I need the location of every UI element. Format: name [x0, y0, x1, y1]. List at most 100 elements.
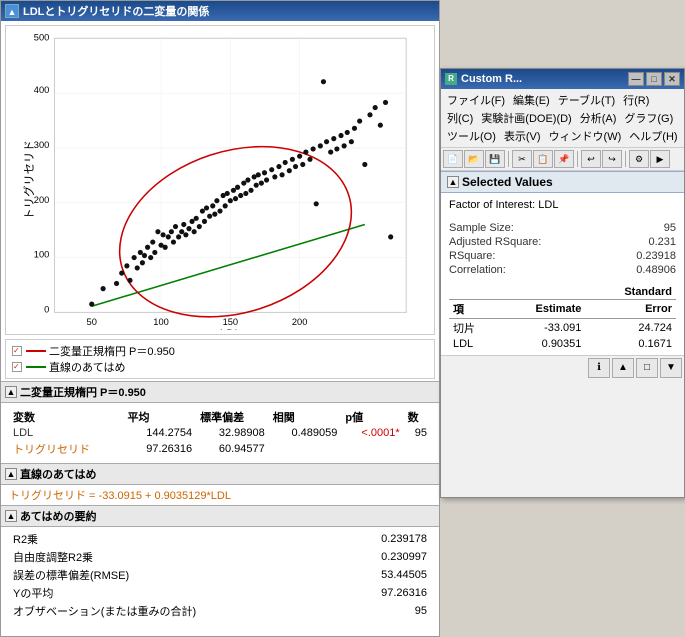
menu-row[interactable]: 行(R) [619, 91, 653, 109]
est-se: 0.1671 [585, 337, 676, 351]
est-header-term2: 項 [449, 300, 498, 319]
tri-sd: 60.94577 [196, 440, 269, 458]
menu-doe[interactable]: 実験計画(DOE)(D) [477, 109, 575, 127]
bivariate-header-text: 二変量正規楕円 P＝0.950 [20, 384, 146, 400]
menu-view[interactable]: 表示(V) [500, 127, 545, 145]
custom-r-window: R Custom R... — □ ✕ ファイル(F) 編集(E) テーブル(T… [440, 68, 685, 498]
ldl-mean: 144.2754 [124, 426, 197, 440]
toolbar: 📄 📂 💾 ✂ 📋 📌 ↩ ↪ ⚙ ▶ [441, 148, 684, 171]
toolbar-redo[interactable]: ↪ [602, 150, 622, 168]
menu-help[interactable]: ヘルプ(H) [625, 127, 681, 145]
footer-up-btn[interactable]: ▲ [612, 358, 634, 378]
toolbar-extra1[interactable]: ⚙ [629, 150, 649, 168]
tri-mean: 97.26316 [124, 440, 197, 458]
menu-edit[interactable]: 編集(E) [509, 91, 554, 109]
summary-row: R2乗0.239178 [9, 530, 431, 548]
svg-text:200: 200 [34, 195, 50, 205]
toolbar-undo[interactable]: ↩ [581, 150, 601, 168]
summary-collapse-btn[interactable]: ▲ [5, 510, 17, 522]
maximize-button[interactable]: □ [646, 72, 662, 86]
custom-footer: ℹ ▲ □ ▼ [441, 355, 684, 380]
menu-tools[interactable]: ツール(O) [443, 127, 500, 145]
chart-area: トリグリセリド 0 100 200 300 400 500 50 100 150… [5, 25, 435, 335]
summary-header-text: あてはめの要約 [20, 508, 97, 524]
close-button[interactable]: ✕ [664, 72, 680, 86]
est-header-term [449, 285, 498, 300]
minimize-button[interactable]: — [628, 72, 644, 86]
ldl-corr: 0.489059 [269, 426, 342, 440]
summary-value: 0.239178 [338, 530, 431, 548]
toolbar-cut[interactable]: ✂ [512, 150, 532, 168]
main-window-title: LDLとトリグリセリドの二変量の関係 [23, 3, 209, 19]
menu-graph[interactable]: グラフ(G) [620, 109, 677, 127]
est-header-est [498, 285, 586, 300]
toolbar-copy[interactable]: 📋 [533, 150, 553, 168]
toolbar-paste[interactable]: 📌 [554, 150, 574, 168]
bivariate-collapse-btn[interactable]: ▲ [5, 386, 17, 398]
menu-col[interactable]: 列(C) [443, 109, 477, 127]
menu-table[interactable]: テーブル(T) [554, 91, 619, 109]
legend-checkbox-ellipse[interactable] [12, 346, 22, 356]
estimates-table: Standard 項 Estimate Error 切片-33.09124.72… [449, 285, 676, 351]
menu-analyze[interactable]: 分析(A) [576, 109, 621, 127]
summary-label: 自由度調整R2乗 [9, 548, 338, 566]
sv-collapse-btn[interactable]: ▲ [447, 176, 459, 188]
selected-values-header: ▲ Selected Values [441, 171, 684, 193]
est-term: LDL [449, 337, 498, 351]
col-header-corr: 相関 [269, 408, 342, 426]
menu-file[interactable]: ファイル(F) [443, 91, 509, 109]
tri-n [404, 440, 431, 458]
sv-divider [449, 213, 676, 221]
selected-values-title: Selected Values [462, 175, 553, 189]
ldl-pval: <.0001* [341, 426, 403, 440]
est-se: 24.724 [585, 319, 676, 338]
svg-text:200: 200 [292, 317, 308, 327]
sv-row-adjrsq: Adjusted RSquare: 0.231 [449, 235, 676, 249]
regression-collapse-btn[interactable]: ▲ [5, 468, 17, 480]
custom-title-left: R Custom R... [445, 73, 522, 85]
toolbar-save[interactable]: 💾 [485, 150, 505, 168]
legend-item-regression: 直線のあてはめ [12, 359, 428, 375]
tri-corr [269, 440, 342, 458]
bivariate-table: 変数 平均 標準偏差 相関 p値 数 LDL 144.2754 32.98908… [9, 408, 431, 458]
toolbar-sep3 [625, 151, 626, 167]
toolbar-new[interactable]: 📄 [443, 150, 463, 168]
ldl-sd: 32.98908 [196, 426, 269, 440]
footer-info-btn[interactable]: ℹ [588, 358, 610, 378]
col-header-n: 数 [404, 408, 431, 426]
summary-row: Yの平均97.26316 [9, 584, 431, 602]
factor-label: Factor of Interest: [449, 199, 535, 211]
summary-section-header: ▲ あてはめの要約 [1, 505, 439, 527]
sv-value-3: 0.48906 [636, 264, 676, 276]
col-header-sd: 標準偏差 [196, 408, 269, 426]
legend-item-ellipse: 二変量正規楕円 P＝0.950 [12, 343, 428, 359]
legend-checkbox-regression[interactable] [12, 362, 22, 372]
window-buttons: — □ ✕ [628, 72, 680, 86]
summary-row: オブザベーション(または重みの合計)95 [9, 602, 431, 620]
bivariate-section-header: ▲ 二変量正規楕円 P＝0.950 [1, 381, 439, 403]
est-header-est2: Estimate [498, 300, 586, 319]
regression-formula: トリグリセリド = -33.0915 + 0.9035129*LDL [1, 485, 439, 505]
footer-layout-btn[interactable]: □ [636, 358, 658, 378]
menu-bar: ファイル(F) 編集(E) テーブル(T) 行(R) 列(C) 実験計画(DOE… [441, 89, 684, 148]
summary-row: 誤差の標準偏差(RMSE)53.44505 [9, 566, 431, 584]
sv-value-1: 0.231 [648, 236, 676, 248]
summary-value: 95 [338, 602, 431, 620]
ldl-name: LDL [9, 426, 124, 440]
summary-content: R2乗0.239178自由度調整R2乗0.230997誤差の標準偏差(RMSE)… [1, 527, 439, 623]
toolbar-extra2[interactable]: ▶ [650, 150, 670, 168]
legend-label-ellipse: 二変量正規楕円 P＝0.950 [49, 343, 175, 359]
menu-window[interactable]: ウィンドウ(W) [545, 127, 626, 145]
est-header-se2: Error [585, 300, 676, 319]
estimates-row: LDL0.903510.1671 [449, 337, 676, 351]
est-estimate: -33.091 [498, 319, 586, 338]
toolbar-sep1 [508, 151, 509, 167]
regression-section-header: ▲ 直線のあてはめ [1, 463, 439, 485]
footer-more-btn[interactable]: ▼ [660, 358, 682, 378]
summary-row: 自由度調整R2乗0.230997 [9, 548, 431, 566]
sv-divider2 [449, 277, 676, 285]
sv-label-2: RSquare: [449, 250, 495, 262]
svg-text:0: 0 [44, 304, 49, 314]
sv-label-1: Adjusted RSquare: [449, 236, 541, 248]
toolbar-open[interactable]: 📂 [464, 150, 484, 168]
